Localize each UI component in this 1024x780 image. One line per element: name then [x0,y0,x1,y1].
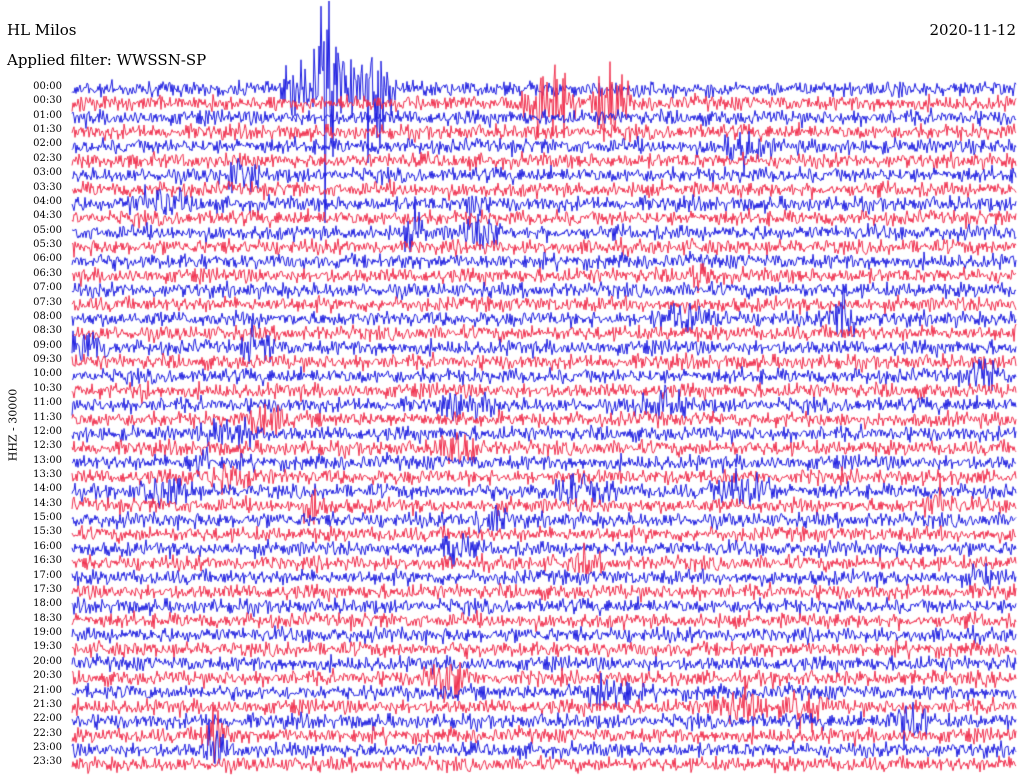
hour-label: 09:30 [33,354,62,366]
hour-label: 11:00 [33,397,62,409]
hour-label: 01:00 [33,109,62,121]
hour-label: 21:30 [33,698,62,710]
hour-label: 17:30 [33,583,62,595]
hour-label: 08:30 [33,325,62,337]
hour-label: 14:30 [33,497,62,509]
hour-label: 12:00 [33,425,62,437]
hour-label: 07:00 [33,282,62,294]
hour-label: 00:00 [33,81,62,92]
hour-label: 14:00 [33,483,62,495]
hour-label: 06:30 [33,267,62,279]
hour-label-column: 00:00 00:30 01:00 01:30 02:00 02:30 03:00 03:30… [0,0,70,780]
hour-label: 02:00 [33,138,62,150]
hour-label: 10:30 [33,382,62,394]
hour-label: 22:00 [33,713,62,725]
hour-label: 15:00 [33,512,62,524]
hour-label: 19:00 [33,627,62,639]
hour-label: 13:00 [33,454,62,466]
hour-label: 11:30 [33,411,62,423]
hour-label: 12:30 [33,440,62,452]
hour-label: 10:00 [33,368,62,380]
hour-label: 18:00 [33,598,62,610]
hour-label: 03:30 [33,181,62,193]
hour-label: 06:00 [33,253,62,265]
hour-label: 23:30 [33,756,62,768]
hour-label: 05:30 [33,239,62,251]
hour-label: 23:00 [33,742,62,754]
hour-label: 16:00 [33,540,62,552]
hour-label: 20:00 [33,655,62,667]
hour-label: 13:30 [33,468,62,480]
hour-label: 05:00 [33,224,62,236]
date-label: 2020-11-12 [929,21,1016,39]
seismogram-traces [0,0,1024,780]
hour-label: 07:30 [33,296,62,308]
hour-label: 04:30 [33,210,62,222]
hour-label: 01:30 [33,124,62,136]
hour-label: 03:00 [33,167,62,179]
hour-label: 04:00 [33,195,62,207]
hour-label: 16:30 [33,555,62,567]
hour-label: 20:30 [33,670,62,682]
hour-label: 18:30 [33,612,62,624]
hour-label: 09:00 [33,339,62,351]
hour-label: 00:30 [33,95,62,107]
hour-label: 08:00 [33,310,62,322]
hour-label: 19:30 [33,641,62,653]
hour-label: 22:30 [33,727,62,739]
hour-label: 02:30 [33,152,62,164]
hour-label: 17:00 [33,569,62,581]
hour-label: 15:30 [33,526,62,538]
hour-label: 21:00 [33,684,62,696]
